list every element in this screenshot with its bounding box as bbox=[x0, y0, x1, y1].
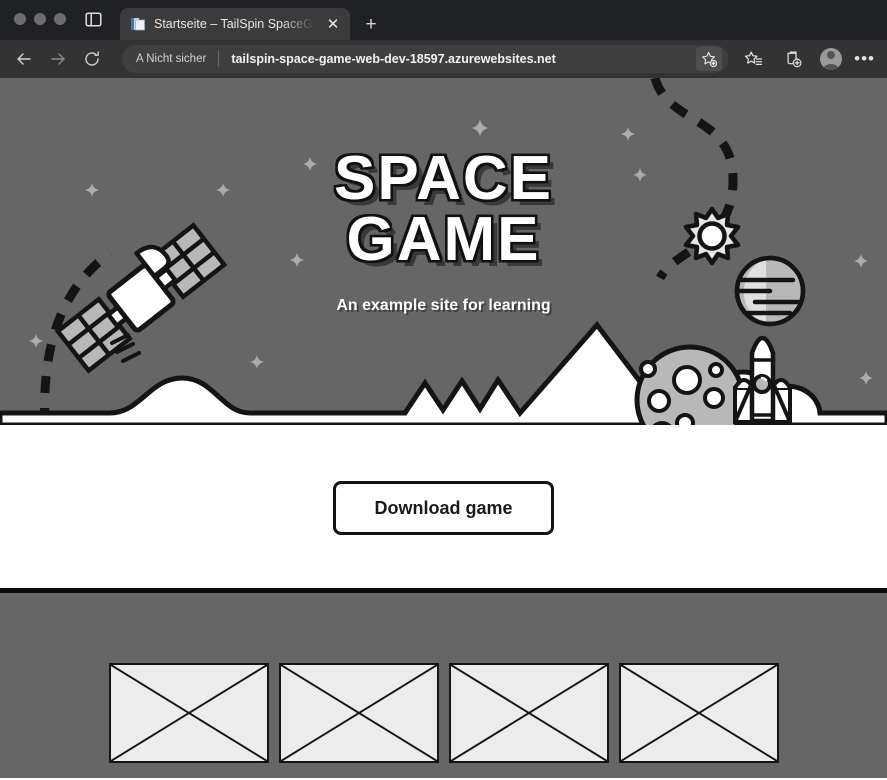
forward-button-icon[interactable] bbox=[42, 44, 74, 74]
new-tab-button[interactable]: + bbox=[356, 8, 386, 40]
back-button-icon[interactable] bbox=[8, 44, 40, 74]
omnibox-divider bbox=[218, 51, 219, 67]
url-text[interactable]: tailspin-space-game-web-dev-18597.azurew… bbox=[231, 52, 696, 66]
browser-window: Startseite – TailSpin SpaceGame ✕ + A Ni… bbox=[0, 0, 887, 780]
download-game-button[interactable]: Download game bbox=[333, 481, 553, 535]
lower-gallery-section bbox=[0, 588, 887, 778]
tab-close-icon[interactable]: ✕ bbox=[324, 15, 342, 33]
hero-title-line2: GAME bbox=[0, 209, 887, 270]
page-content: SPACE GAME An example site for learning … bbox=[0, 78, 887, 780]
sidebar-toggle-icon[interactable] bbox=[78, 0, 108, 40]
cta-section: Download game bbox=[0, 425, 887, 588]
address-bar[interactable]: A Nicht sicher tailspin-space-game-web-d… bbox=[122, 45, 728, 73]
hero-title-line1: SPACE bbox=[0, 148, 887, 209]
settings-more-icon[interactable]: ••• bbox=[854, 49, 875, 69]
minimize-window-button[interactable] bbox=[34, 13, 46, 25]
document-favicon bbox=[130, 16, 146, 32]
hero-banner: SPACE GAME An example site for learning bbox=[0, 78, 887, 425]
broken-image-placeholder[interactable] bbox=[619, 663, 779, 763]
tab-strip: Startseite – TailSpin SpaceGame ✕ + bbox=[0, 0, 887, 40]
profile-avatar[interactable] bbox=[820, 48, 842, 70]
window-traffic-lights bbox=[14, 0, 66, 40]
close-window-button[interactable] bbox=[14, 13, 26, 25]
browser-toolbar: A Nicht sicher tailspin-space-game-web-d… bbox=[0, 40, 887, 78]
maximize-window-button[interactable] bbox=[54, 13, 66, 25]
tab-title: Startseite – TailSpin SpaceGame bbox=[154, 17, 316, 31]
reload-button-icon[interactable] bbox=[76, 44, 108, 74]
broken-image-placeholder[interactable] bbox=[279, 663, 439, 763]
browser-tab[interactable]: Startseite – TailSpin SpaceGame ✕ bbox=[120, 8, 350, 40]
collections-icon[interactable] bbox=[778, 44, 808, 74]
broken-image-placeholder[interactable] bbox=[109, 663, 269, 763]
broken-image-placeholder[interactable] bbox=[449, 663, 609, 763]
security-status-text: A Nicht sicher bbox=[136, 53, 206, 65]
hero-text-block: SPACE GAME An example site for learning bbox=[0, 148, 887, 315]
favorites-icon[interactable] bbox=[738, 44, 768, 74]
add-favorite-icon[interactable] bbox=[696, 47, 722, 71]
hero-tagline: An example site for learning bbox=[0, 297, 887, 315]
